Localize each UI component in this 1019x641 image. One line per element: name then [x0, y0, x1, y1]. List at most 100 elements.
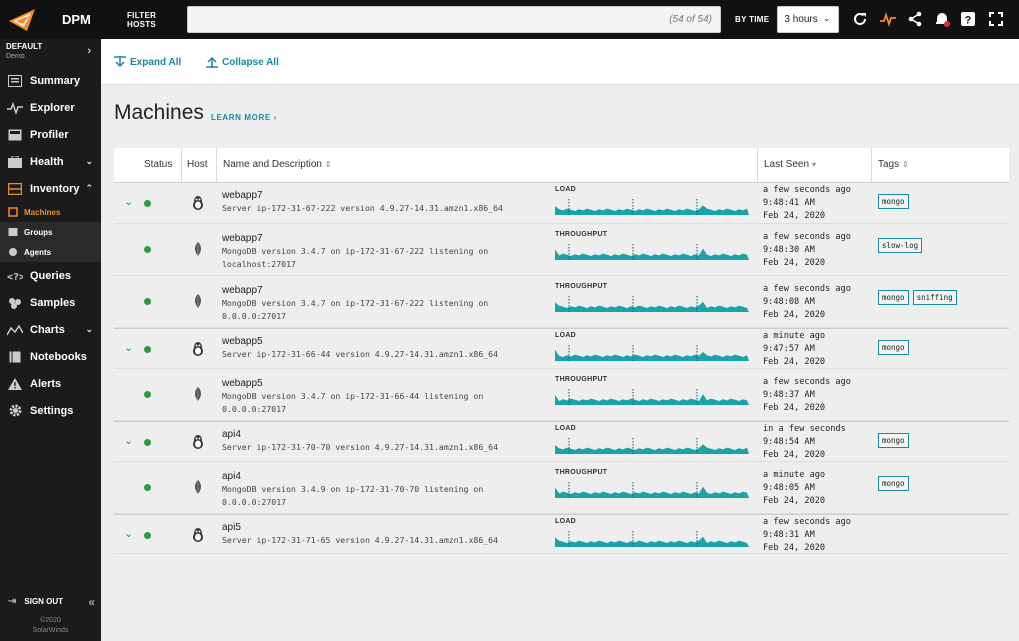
solarwinds-logo-icon[interactable] — [0, 0, 44, 39]
org-selector[interactable]: DEFAULT Demo › — [0, 39, 101, 67]
table-row[interactable]: api4 MongoDB version 3.4.9 on ip-172-31-7… — [114, 462, 1009, 514]
expand-row-icon[interactable]: ⌄ — [124, 527, 133, 540]
tag-badge[interactable]: mongo — [878, 340, 909, 355]
notification-bell-icon[interactable] — [933, 10, 951, 28]
header-last-seen[interactable]: Last Seen ▾ — [764, 159, 816, 170]
svg-text:<?>: <?> — [7, 272, 23, 282]
metric-sparkline[interactable] — [555, 345, 749, 361]
machine-name[interactable]: webapp7 — [222, 190, 263, 201]
share-icon[interactable] — [906, 10, 924, 28]
header-divider — [871, 148, 872, 182]
tag-badge[interactable]: mongo — [878, 290, 909, 305]
table-row[interactable]: ⌄ api5 Server ip-172-31-71-65 version 4.9.… — [114, 514, 1009, 554]
metric-sparkline[interactable] — [555, 296, 749, 312]
description-line: MongoDB version 3.4.7 on ip-172-31-67-22… — [222, 246, 489, 256]
description-line: localhost:27017 — [222, 259, 296, 269]
nav-item-summary[interactable]: Summary — [0, 67, 101, 94]
machine-name[interactable]: webapp5 — [222, 336, 263, 347]
learn-more-link[interactable]: LEARN MORE › — [211, 113, 277, 122]
tag-badge[interactable]: slow-log — [878, 238, 923, 253]
machine-name[interactable]: webapp7 — [222, 233, 263, 244]
time-range-value: 3 hours — [784, 14, 818, 25]
description-line: Server ip-172-31-70-70 version 4.9.27-14… — [222, 442, 499, 452]
copyright: ©2020 SolarWinds — [0, 616, 101, 636]
activity-icon[interactable] — [879, 10, 897, 28]
sub-item-machines[interactable]: Machines — [0, 202, 101, 222]
description-line: Server ip-172-31-67-222 version 4.9.27-1… — [222, 203, 503, 213]
last-seen-relative: a few seconds ago — [763, 517, 851, 527]
nav-item-profiler[interactable]: Profiler — [0, 121, 101, 148]
table-row[interactable]: ⌄ api4 Server ip-172-31-70-70 version 4.9.… — [114, 421, 1009, 462]
last-seen-relative: a few seconds ago — [763, 232, 851, 242]
metric-sparkline[interactable] — [555, 531, 749, 547]
refresh-icon[interactable] — [851, 10, 869, 28]
sort-icon: ⇕ — [324, 160, 332, 169]
machine-description: Server ip-172-31-71-65 version 4.9.27-14… — [222, 534, 542, 547]
metric-sparkline[interactable] — [555, 244, 749, 260]
tag-badge[interactable]: mongo — [878, 194, 909, 209]
nav-item-samples[interactable]: Samples — [0, 289, 101, 316]
header-divider — [216, 148, 217, 182]
header-status[interactable]: Status — [144, 159, 172, 170]
chevron-down-icon: ⌄ — [822, 13, 831, 23]
expand-row-icon[interactable]: ⌄ — [124, 341, 133, 354]
metric-label: LOAD — [555, 425, 577, 432]
machine-name[interactable]: api5 — [222, 522, 241, 533]
status-ok-icon — [144, 346, 151, 353]
table-row[interactable]: webapp7 MongoDB version 3.4.7 on ip-172-3… — [114, 224, 1009, 276]
header-host[interactable]: Host — [187, 159, 208, 170]
metric-sparkline[interactable] — [555, 438, 749, 454]
nav-label: Notebooks — [30, 350, 87, 363]
nav-item-health[interactable]: Health ⌄ — [0, 148, 101, 175]
charts-icon — [7, 323, 23, 337]
nav-item-charts[interactable]: Charts ⌄ — [0, 316, 101, 343]
machine-description: Server ip-172-31-70-70 version 4.9.27-14… — [222, 441, 542, 454]
chevron-right-icon: › — [87, 45, 91, 57]
nav-item-alerts[interactable]: Alerts — [0, 370, 101, 397]
nav-label: Samples — [30, 296, 76, 309]
header-name[interactable]: Name and Description ⇕ — [223, 159, 332, 170]
sign-out-button[interactable]: ⇥ SIGN OUT « — [0, 589, 101, 613]
machine-name[interactable]: webapp5 — [222, 378, 263, 389]
machine-name[interactable]: api4 — [222, 471, 241, 482]
help-icon[interactable]: ? — [959, 10, 977, 28]
alerts-icon — [7, 377, 23, 391]
machine-name[interactable]: webapp7 — [222, 285, 263, 296]
agents-icon — [8, 247, 18, 257]
nav-item-settings[interactable]: Settings — [0, 397, 101, 424]
last-seen: a few seconds ago 9:48:41 AM Feb 24, 2020 — [763, 184, 851, 223]
nav-item-inventory[interactable]: Inventory ⌃ — [0, 175, 101, 202]
metric-sparkline[interactable] — [555, 389, 749, 405]
table-row[interactable]: ⌄ webapp7 Server ip-172-31-67-222 version … — [114, 182, 1009, 224]
expand-row-icon[interactable]: ⌄ — [124, 195, 133, 208]
top-bar: DPM FILTER HOSTS (54 of 54) BY TIME 3 ho… — [0, 0, 1019, 39]
collapse-all-button[interactable]: Collapse All — [206, 56, 279, 68]
tag-badge[interactable]: sniffing — [912, 290, 957, 305]
table-row[interactable]: ⌄ webapp5 Server ip-172-31-66-44 version 4… — [114, 328, 1009, 369]
header-tags[interactable]: Tags ⇕ — [878, 159, 909, 170]
sub-item-groups[interactable]: Groups — [0, 222, 101, 242]
machine-description: MongoDB version 3.4.9 on ip-172-31-70-70… — [222, 483, 542, 509]
machine-name[interactable]: api4 — [222, 429, 241, 440]
tag-badge[interactable]: mongo — [878, 476, 909, 491]
linux-icon — [190, 341, 206, 357]
nav-item-explorer[interactable]: Explorer — [0, 94, 101, 121]
metric-label: LOAD — [555, 332, 577, 339]
mongodb-icon — [190, 241, 206, 257]
filter-hosts-input[interactable]: (54 of 54) — [187, 6, 721, 33]
header-name-label: Name and Description — [223, 159, 322, 170]
nav-item-notebooks[interactable]: Notebooks — [0, 343, 101, 370]
expand-row-icon[interactable]: ⌄ — [124, 434, 133, 447]
table-row[interactable]: webapp5 MongoDB version 3.4.7 on ip-172-3… — [114, 369, 1009, 421]
metric-sparkline[interactable] — [555, 482, 749, 498]
metric-sparkline[interactable] — [555, 199, 749, 215]
fullscreen-icon[interactable] — [987, 10, 1005, 28]
time-range-select[interactable]: 3 hours ⌄ — [777, 6, 840, 33]
collapse-sidebar-icon[interactable]: « — [88, 595, 95, 609]
expand-all-button[interactable]: Expand All — [114, 56, 181, 68]
table-row[interactable]: webapp7 MongoDB version 3.4.7 on ip-172-3… — [114, 276, 1009, 328]
sub-item-agents[interactable]: Agents — [0, 242, 101, 262]
nav-item-queries[interactable]: <?> Queries — [0, 262, 101, 289]
sub-item-label: Machines — [24, 207, 61, 217]
tag-badge[interactable]: mongo — [878, 433, 909, 448]
